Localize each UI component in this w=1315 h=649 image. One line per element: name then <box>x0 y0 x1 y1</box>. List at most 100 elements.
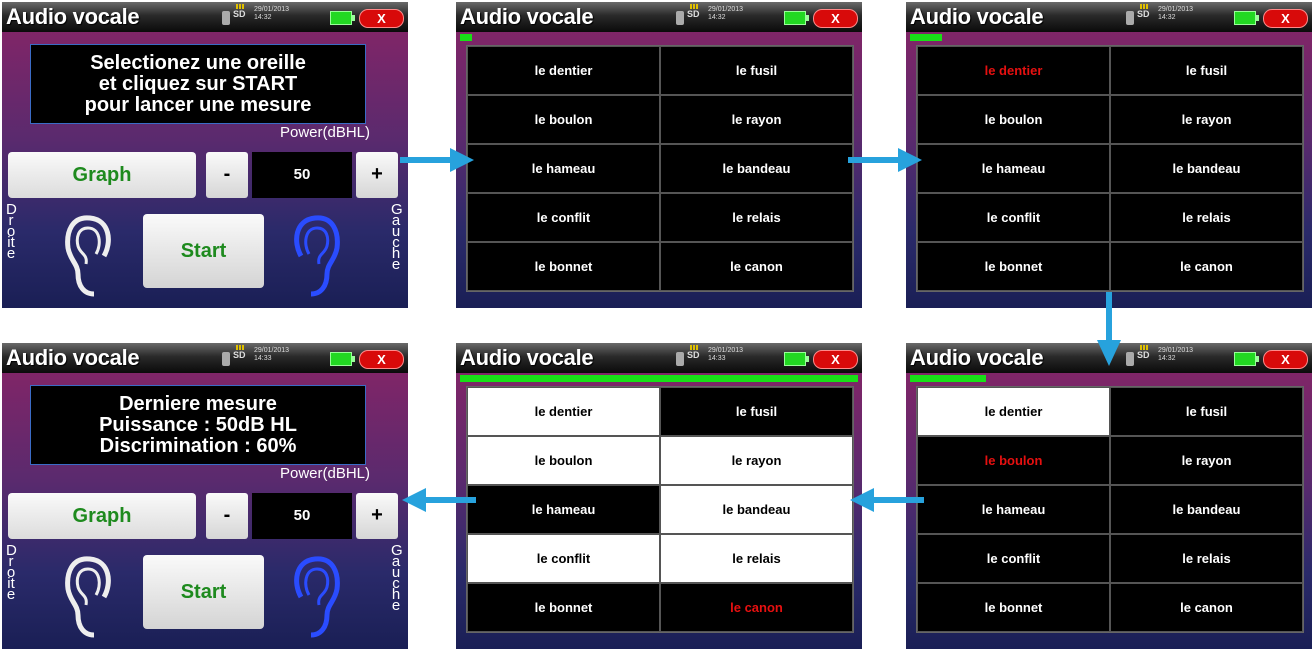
close-button[interactable]: X <box>359 350 404 369</box>
close-button[interactable]: X <box>813 350 858 369</box>
arrow-left-icon <box>850 488 924 512</box>
word-cell[interactable]: le boulon <box>467 95 660 144</box>
word-cell[interactable]: le boulon <box>917 95 1110 144</box>
word-cell[interactable]: le fusil <box>1110 387 1303 436</box>
word-cell[interactable]: le rayon <box>1110 95 1303 144</box>
progress-bar <box>910 34 1308 41</box>
word-cell[interactable]: le bandeau <box>1110 485 1303 534</box>
word-cell[interactable]: le rayon <box>1110 436 1303 485</box>
word-cell[interactable]: le fusil <box>660 46 853 95</box>
progress-fill <box>910 34 942 41</box>
word-cell-correct[interactable]: le relais <box>660 534 853 583</box>
progress-bar <box>460 375 858 382</box>
plug-icon <box>1126 352 1134 366</box>
arrow-right-icon <box>400 148 474 172</box>
battery-icon <box>784 352 809 366</box>
app-title: Audio vocale <box>460 345 594 370</box>
screen-last-measure: Audio vocale SD 29/01/2013 14:33 X Dernie… <box>2 343 408 649</box>
word-cell-correct[interactable]: le rayon <box>660 436 853 485</box>
word-cell[interactable]: le bandeau <box>1110 144 1303 193</box>
arrow-right-icon <box>848 148 922 172</box>
word-cell[interactable]: le conflit <box>467 193 660 242</box>
right-ear-icon[interactable] <box>289 214 345 298</box>
battery-icon <box>330 11 355 25</box>
header-bar: Audio vocale SD 29/01/2013 14:33 X <box>2 343 408 373</box>
app-title: Audio vocale <box>460 4 594 29</box>
word-cell[interactable]: le bonnet <box>917 583 1110 632</box>
close-button[interactable]: X <box>359 9 404 28</box>
word-cell[interactable]: le canon <box>1110 583 1303 632</box>
word-grid: le dentier le fusil le boulon le rayon l… <box>466 386 854 633</box>
plug-icon <box>676 11 684 25</box>
sd-card-icon: SD <box>1137 4 1150 19</box>
decrease-button[interactable]: - <box>206 493 248 539</box>
word-cell-correct[interactable]: le dentier <box>467 387 660 436</box>
right-ear-label: Droite <box>6 542 17 603</box>
sd-card-icon: SD <box>233 345 246 360</box>
word-cell[interactable]: le rayon <box>660 95 853 144</box>
word-cell[interactable]: le fusil <box>1110 46 1303 95</box>
sd-card-icon: SD <box>1137 345 1150 360</box>
close-button[interactable]: X <box>813 9 858 28</box>
right-ear-icon[interactable] <box>289 555 345 639</box>
word-cell-correct[interactable]: le conflit <box>467 534 660 583</box>
word-cell-active[interactable]: le boulon <box>917 436 1110 485</box>
word-cell[interactable]: le hameau <box>467 485 660 534</box>
progress-fill <box>460 375 858 382</box>
word-cell[interactable]: le hameau <box>917 144 1110 193</box>
start-button[interactable]: Start <box>143 555 264 629</box>
graph-button[interactable]: Graph <box>8 152 196 198</box>
decrease-button[interactable]: - <box>206 152 248 198</box>
left-ear-label: Gauche <box>391 542 403 614</box>
plug-icon <box>222 352 230 366</box>
word-cell-correct[interactable]: le bandeau <box>660 485 853 534</box>
header-bar: Audio vocale SD 29/01/2013 14:32 X <box>906 2 1312 32</box>
battery-icon <box>1234 11 1259 25</box>
word-cell[interactable]: le relais <box>1110 534 1303 583</box>
word-cell[interactable]: le canon <box>1110 242 1303 291</box>
sd-card-icon: SD <box>687 4 700 19</box>
datetime: 29/01/2013 14:33 <box>254 347 290 362</box>
word-cell[interactable]: le hameau <box>917 485 1110 534</box>
battery-icon <box>1234 352 1259 366</box>
header-bar: Audio vocale SD 29/01/2013 14:32 X <box>2 2 408 32</box>
word-cell[interactable]: le canon <box>660 242 853 291</box>
close-button[interactable]: X <box>1263 9 1308 28</box>
word-cell[interactable]: le bonnet <box>467 583 660 632</box>
word-cell[interactable]: le fusil <box>660 387 853 436</box>
word-cell-correct[interactable]: le boulon <box>467 436 660 485</box>
word-cell[interactable]: le conflit <box>917 534 1110 583</box>
start-button[interactable]: Start <box>143 214 264 288</box>
word-cell-active[interactable]: le dentier <box>917 46 1110 95</box>
word-cell[interactable]: le dentier <box>467 46 660 95</box>
power-stepper: - 50 + <box>206 493 398 539</box>
app-title: Audio vocale <box>6 4 140 29</box>
graph-button[interactable]: Graph <box>8 493 196 539</box>
screen-word-list-done: Audio vocale SD 29/01/2013 14:33 X le den… <box>456 343 862 649</box>
progress-bar <box>460 34 858 41</box>
word-cell[interactable]: le bonnet <box>467 242 660 291</box>
left-ear-icon[interactable] <box>60 214 116 298</box>
word-cell[interactable]: le bandeau <box>660 144 853 193</box>
left-ear-label: Gauche <box>391 201 403 273</box>
increase-button[interactable]: + <box>356 152 398 198</box>
word-cell[interactable]: le conflit <box>917 193 1110 242</box>
sd-card-icon: SD <box>233 4 246 19</box>
word-cell-active[interactable]: le canon <box>660 583 853 632</box>
word-cell[interactable]: le relais <box>1110 193 1303 242</box>
header-bar: Audio vocale SD 29/01/2013 14:33 X <box>456 343 862 373</box>
screen-word-list-second: Audio vocale SD 29/01/2013 14:32 X le den… <box>906 343 1312 649</box>
left-ear-icon[interactable] <box>60 555 116 639</box>
battery-icon <box>784 11 809 25</box>
datetime: 29/01/2013 14:32 <box>708 6 744 21</box>
word-cell[interactable]: le hameau <box>467 144 660 193</box>
word-cell[interactable]: le relais <box>660 193 853 242</box>
increase-button[interactable]: + <box>356 493 398 539</box>
close-button[interactable]: X <box>1263 350 1308 369</box>
word-cell[interactable]: le bonnet <box>917 242 1110 291</box>
plug-icon <box>676 352 684 366</box>
power-value: 50 <box>252 493 352 539</box>
progress-fill <box>460 34 472 41</box>
datetime: 29/01/2013 14:32 <box>254 6 290 21</box>
word-cell-correct[interactable]: le dentier <box>917 387 1110 436</box>
